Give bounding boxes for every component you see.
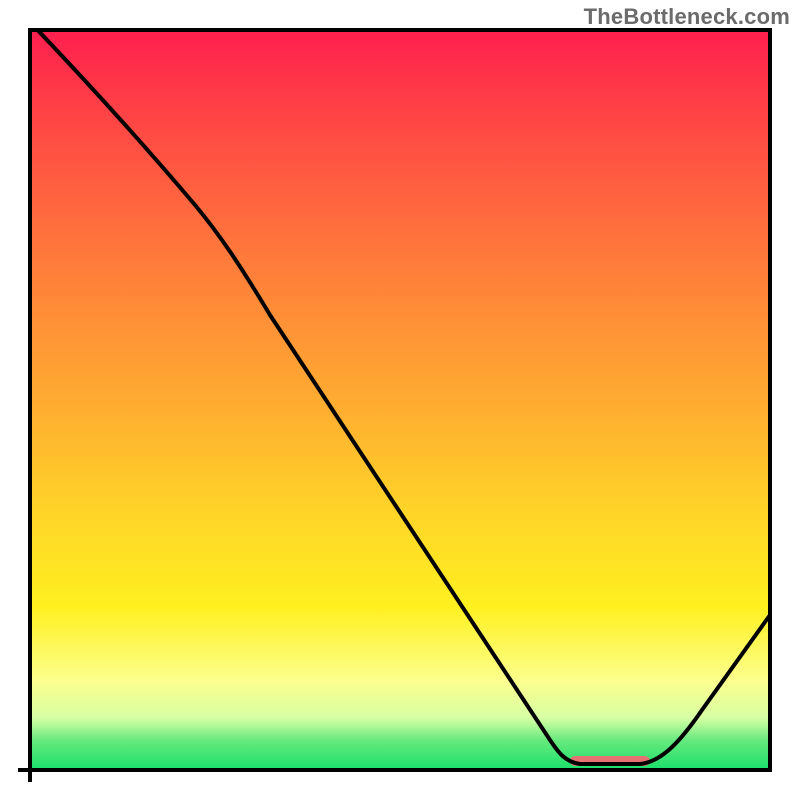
chart-container: TheBottleneck.com <box>0 0 800 800</box>
axis-frame <box>0 0 800 800</box>
